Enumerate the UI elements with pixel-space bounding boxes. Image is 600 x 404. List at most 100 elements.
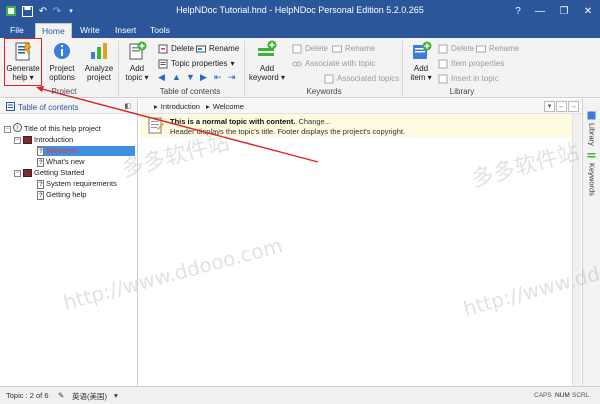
add-topic-line2: topic ▾: [125, 73, 149, 82]
rename-icon: [476, 44, 486, 54]
project-options-button[interactable]: Project options: [43, 40, 81, 82]
tab-tools[interactable]: Tools: [144, 23, 176, 38]
change-link[interactable]: Change...: [298, 117, 331, 126]
keywords-icon: [587, 151, 597, 160]
item-properties-button[interactable]: Item properties: [438, 57, 504, 70]
add-item-icon: [410, 40, 432, 62]
add-topic-button[interactable]: Add topic ▾: [118, 40, 156, 82]
chevron-right-icon: ▸: [154, 102, 158, 111]
num-indicator: NUM: [555, 392, 570, 399]
analyze-project-icon: [88, 40, 110, 62]
associated-topics-button[interactable]: Associated topics: [324, 72, 399, 85]
chevron-right-icon: ▸: [206, 102, 210, 111]
collapse-icon[interactable]: −: [14, 169, 21, 177]
group-label-toc: Table of contents: [159, 87, 221, 96]
project-options-line2: options: [49, 73, 75, 82]
language-dropdown-icon[interactable]: ▾: [114, 391, 118, 400]
tree-item-label: Title of this help project: [24, 124, 101, 133]
tree-item-whats-new[interactable]: What's new: [37, 157, 85, 168]
associate-with-topic-button[interactable]: Associate with topic: [292, 57, 375, 70]
book-icon: [23, 136, 32, 144]
forward-arrow-icon[interactable]: →: [568, 101, 579, 112]
analyze-line2: project: [86, 73, 111, 82]
ribbon-tabs: File Home Write Insert Tools: [0, 22, 600, 38]
topic-properties-button[interactable]: Topic properties ▾: [158, 57, 235, 70]
breadcrumb-item-introduction[interactable]: ▸ Introduction: [154, 102, 200, 111]
tree-item-introduction[interactable]: − Introduction: [14, 135, 73, 145]
back-arrow-icon[interactable]: ←: [556, 101, 567, 112]
collapse-icon[interactable]: −: [14, 136, 21, 144]
add-item-button[interactable]: Add item ▾: [402, 40, 440, 82]
tree-item-label: What's new: [46, 157, 85, 166]
toc-panel: Table of contents ◧ − ? Title of this he…: [0, 99, 138, 386]
add-item-line2: item ▾: [410, 73, 432, 82]
rename-item-button[interactable]: Rename: [476, 42, 519, 55]
tree-item-getting-started[interactable]: − Getting Started: [14, 168, 84, 178]
delete-icon: [292, 44, 302, 54]
close-icon[interactable]: ✕: [577, 0, 599, 22]
add-keyword-button[interactable]: Add keyword ▾: [247, 40, 287, 82]
tree-item-label: Getting help: [46, 190, 87, 199]
group-separator: [244, 41, 245, 96]
topic-count: Topic : 2 of 6: [6, 391, 49, 400]
move-up-icon[interactable]: ▲: [172, 72, 181, 82]
add-keyword-icon: [256, 40, 278, 62]
add-item-line1: Add: [413, 64, 429, 73]
tree-item-welcome[interactable]: Welcome: [37, 146, 135, 157]
restore-icon[interactable]: ❐: [553, 0, 575, 22]
note-icon: [148, 117, 164, 134]
topic-editor[interactable]: [140, 137, 572, 386]
rename-topic-button[interactable]: Rename: [196, 42, 239, 55]
topic-info-bar: This is a normal topic with content. Chan…: [140, 114, 582, 137]
add-topic-icon: [126, 40, 148, 62]
move-last-icon[interactable]: ⇥: [228, 72, 236, 83]
editor-scrollbar[interactable]: [572, 114, 581, 386]
tree-item-root[interactable]: − ? Title of this help project: [4, 123, 101, 135]
analyze-project-button[interactable]: Analyze project: [80, 40, 118, 82]
minimize-icon[interactable]: —: [529, 0, 551, 22]
title-bar: ↶ ↷ ▾ HelpNDoc Tutorial.hnd - HelpNDoc P…: [0, 0, 600, 22]
delete-item-button[interactable]: Delete: [438, 42, 474, 55]
book-icon: [23, 169, 32, 177]
tree-item-system-requirements[interactable]: System requirements: [37, 179, 117, 190]
topic-page-icon: [37, 157, 44, 168]
toc-panel-title: Table of contents: [18, 103, 79, 112]
help-project-icon: ?: [13, 123, 22, 135]
breadcrumb: ▸ Introduction ▸ Welcome ▾ ← →: [140, 99, 582, 114]
delete-topic-label: Delete: [171, 44, 195, 53]
rename-icon: [196, 44, 206, 54]
pin-icon[interactable]: ◧: [124, 102, 131, 110]
tree-item-label: Welcome: [46, 146, 78, 155]
rename-keyword-button[interactable]: Rename: [332, 42, 375, 55]
breadcrumb-item-welcome[interactable]: ▸ Welcome: [206, 102, 244, 111]
move-down-icon[interactable]: ▼: [186, 72, 195, 82]
tab-insert[interactable]: Insert: [109, 23, 142, 38]
tree-item-getting-help[interactable]: Getting help: [37, 190, 87, 201]
scrl-indicator: SCRL: [572, 392, 590, 399]
move-first-icon[interactable]: ⇤: [214, 72, 222, 83]
collapse-icon[interactable]: −: [4, 125, 11, 133]
help-icon[interactable]: ?: [507, 0, 529, 22]
topic-kind-text: This is a normal topic with content.: [170, 117, 296, 126]
tab-file[interactable]: File: [4, 23, 30, 38]
move-right-icon[interactable]: ▶: [200, 72, 207, 83]
tab-home[interactable]: Home: [35, 23, 72, 38]
analyze-line1: Analyze: [84, 64, 114, 73]
insert-in-topic-button[interactable]: Insert in topic: [438, 72, 499, 85]
language-indicator[interactable]: 英语(美国): [72, 391, 107, 402]
topic-info-description: Header displays the topic's title. Foote…: [170, 127, 406, 136]
tab-write[interactable]: Write: [74, 23, 106, 38]
delete-topic-button[interactable]: Delete: [158, 42, 194, 55]
delete-keyword-button[interactable]: Delete: [292, 42, 328, 55]
move-left-icon[interactable]: ◀: [158, 72, 165, 83]
nav-dropdown-icon[interactable]: ▾: [544, 101, 555, 112]
topic-properties-icon: [158, 59, 168, 69]
topic-page-icon: [37, 179, 44, 190]
library-side-tab[interactable]: Library: [586, 111, 598, 146]
insert-in-topic-label: Insert in topic: [451, 74, 499, 83]
topic-page-icon: [37, 190, 44, 201]
project-options-icon: [51, 40, 73, 62]
insert-icon: [438, 74, 448, 84]
tree-item-label: Introduction: [34, 135, 74, 144]
keywords-side-tab[interactable]: Keywords: [586, 151, 598, 196]
